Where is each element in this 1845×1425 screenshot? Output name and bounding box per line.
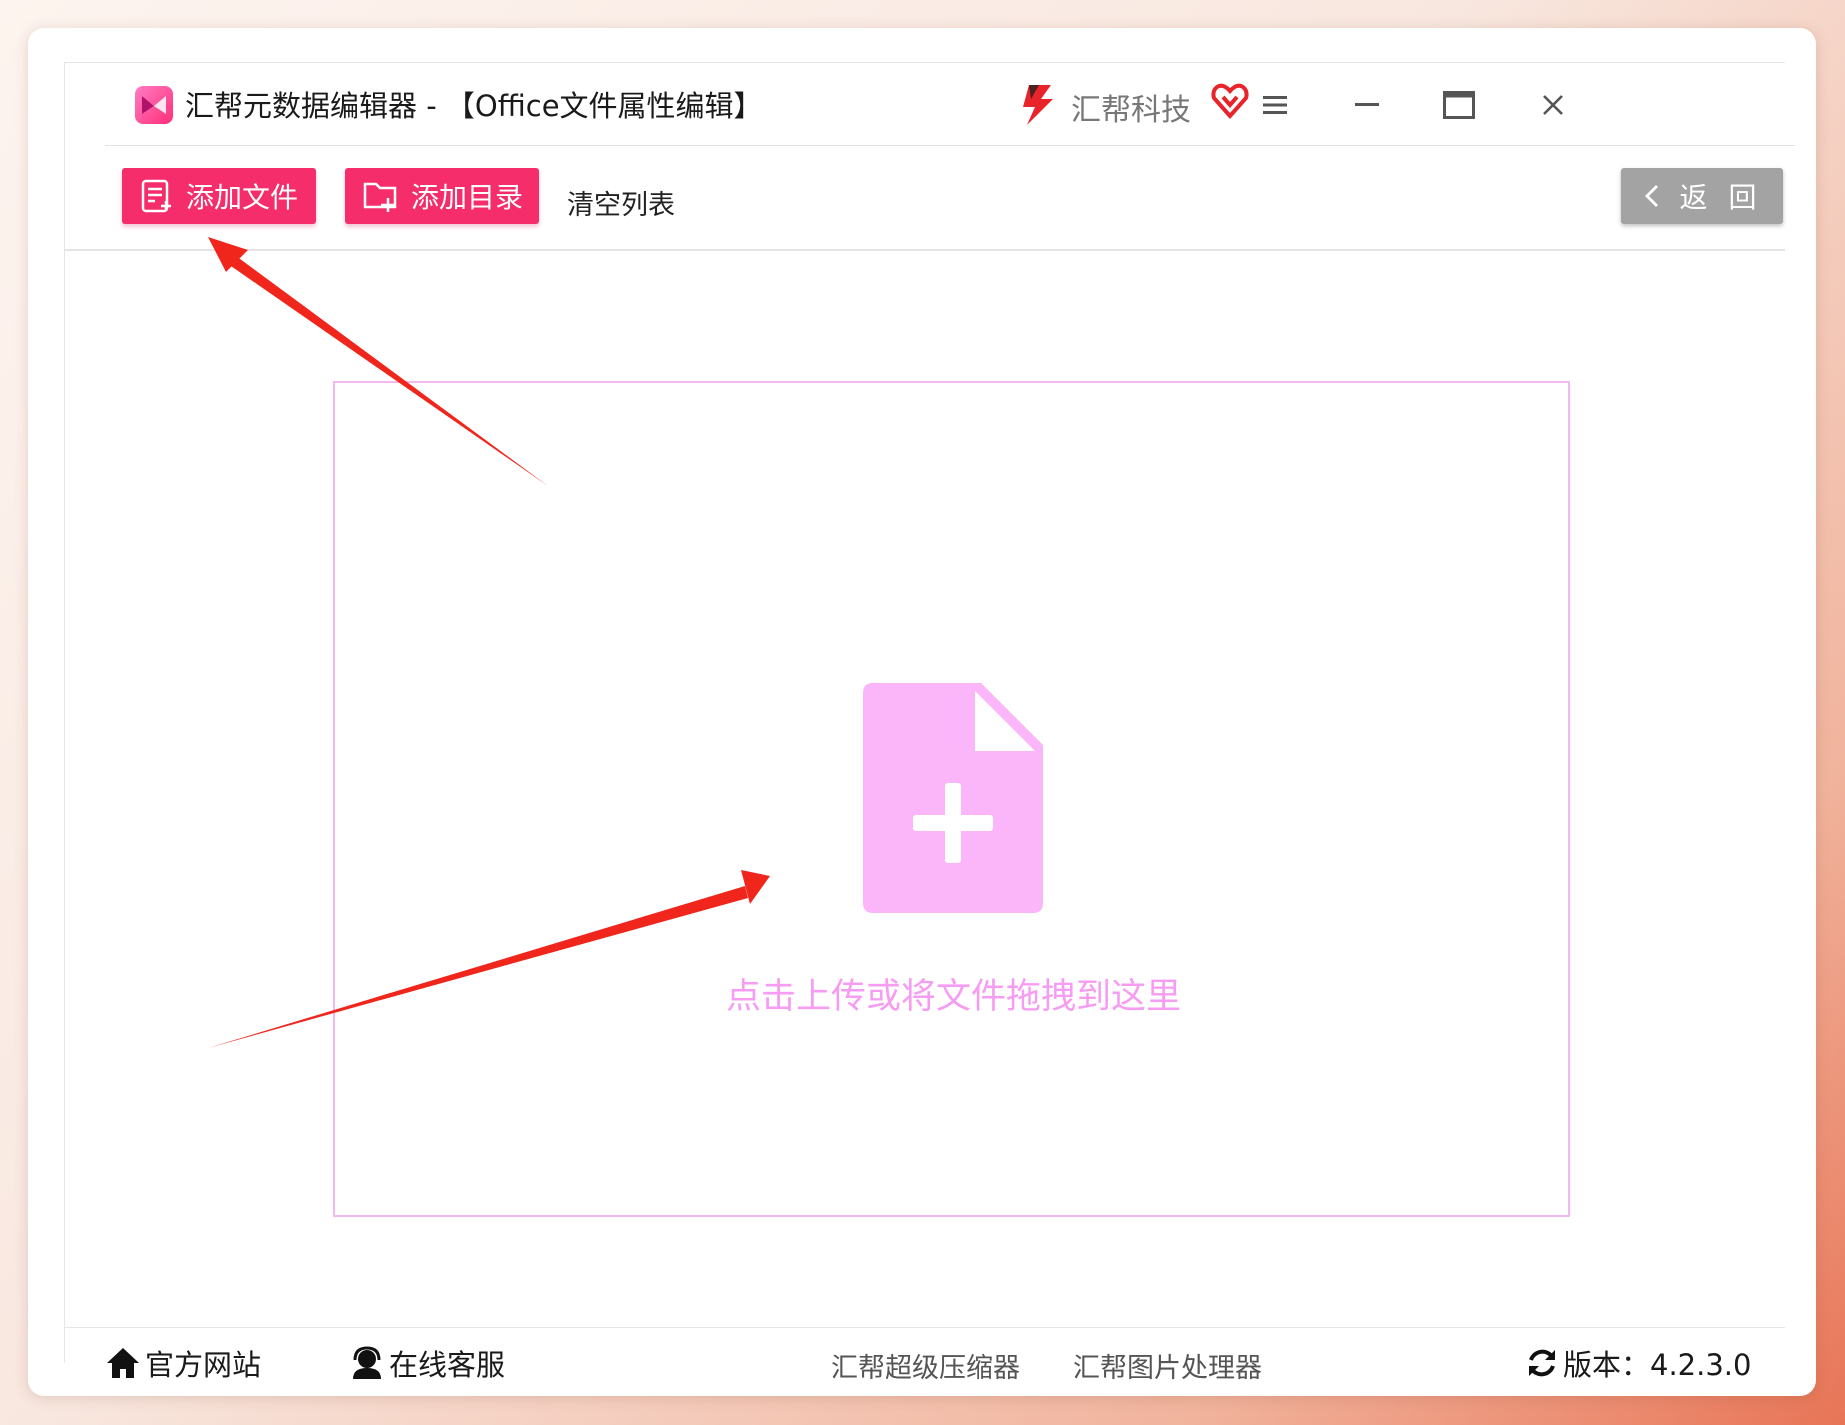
app-window: 汇帮元数据编辑器 - 【Office文件属性编辑】 汇帮科技 添加文件 添加目录…: [28, 28, 1816, 1396]
chevron-left-icon: [1644, 185, 1658, 207]
add-folder-label: 添加目录: [411, 181, 524, 214]
clear-list-button[interactable]: 清空列表: [567, 183, 675, 222]
close-button[interactable]: [1531, 83, 1575, 127]
maximize-button[interactable]: [1437, 83, 1481, 127]
back-button[interactable]: 返 回: [1621, 168, 1783, 224]
app-logo-icon: [135, 86, 173, 124]
version-label: 版本：4.2.3.0: [1563, 1348, 1752, 1382]
support-link[interactable]: 在线客服: [349, 1342, 505, 1384]
file-plus-icon: [863, 683, 1043, 913]
add-folder-icon: [363, 182, 397, 212]
vip-heart-icon[interactable]: [1211, 83, 1249, 120]
brand-logo-icon: [1015, 81, 1061, 127]
add-file-icon: [141, 179, 171, 213]
drop-prompt: 点击上传或将文件拖拽到这里: [725, 977, 1181, 1017]
add-file-button[interactable]: 添加文件: [122, 168, 316, 224]
window-title: 汇帮元数据编辑器 - 【Office文件属性编辑】: [185, 89, 763, 123]
add-file-label: 添加文件: [186, 181, 299, 214]
add-folder-button[interactable]: 添加目录: [345, 168, 539, 224]
minimize-icon: [1355, 103, 1379, 106]
minimize-button[interactable]: [1345, 83, 1389, 127]
compressor-link[interactable]: 汇帮超级压缩器: [831, 1346, 1020, 1385]
menu-button[interactable]: [1253, 83, 1297, 127]
menu-icon: [1263, 96, 1287, 114]
version-info[interactable]: 版本：4.2.3.0: [1525, 1342, 1751, 1384]
back-label: 返 回: [1679, 181, 1763, 214]
status-footer: 官方网站 在线客服 汇帮超级压缩器 汇帮图片处理器 版本：4.2.3.0: [65, 1327, 1785, 1394]
support-label: 在线客服: [389, 1348, 506, 1382]
app-frame: 汇帮元数据编辑器 - 【Office文件属性编辑】 汇帮科技 添加文件 添加目录…: [64, 62, 1795, 1384]
drop-zone[interactable]: 点击上传或将文件拖拽到这里: [333, 381, 1570, 1217]
refresh-icon: [1529, 1349, 1555, 1377]
title-bar: 汇帮元数据编辑器 - 【Office文件属性编辑】 汇帮科技: [105, 63, 1795, 146]
toolbar: 添加文件 添加目录 清空列表 返 回: [65, 147, 1785, 251]
website-label: 官方网站: [145, 1348, 262, 1382]
home-icon: [107, 1348, 139, 1378]
support-icon: [353, 1346, 381, 1379]
image-tool-link[interactable]: 汇帮图片处理器: [1073, 1346, 1262, 1385]
website-link[interactable]: 官方网站: [105, 1342, 261, 1384]
maximize-icon: [1443, 91, 1475, 119]
brand-name: 汇帮科技: [1071, 93, 1191, 128]
close-icon: [1543, 95, 1563, 115]
